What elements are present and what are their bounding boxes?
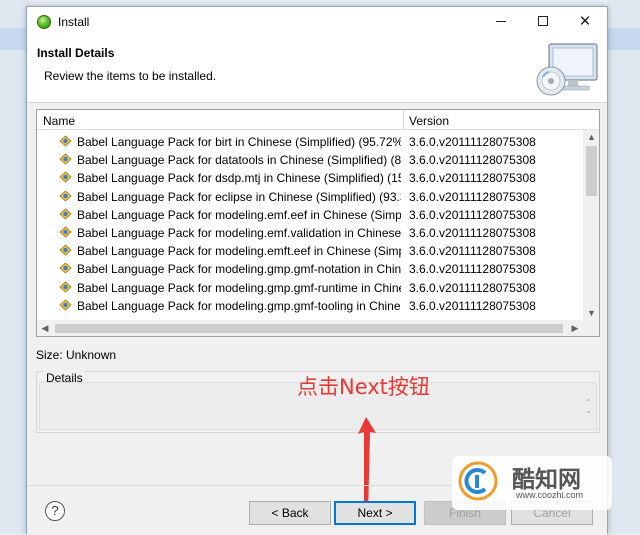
table-row[interactable]: Babel Language Pack for modeling.gmp.gmf… — [37, 296, 583, 314]
maximize-icon — [538, 16, 548, 26]
watermark-brand: 酷知网 — [512, 467, 581, 493]
row-version-cell: 3.6.0.v20111128075308 — [409, 317, 581, 318]
close-icon: ✕ — [578, 12, 592, 30]
horizontal-scrollbar[interactable]: ◀ ▶ — [37, 320, 583, 336]
next-button[interactable]: Next > — [334, 501, 416, 525]
maximize-button[interactable] — [525, 7, 561, 35]
row-name-cell: Babel Language Pack for birt in Chinese … — [77, 135, 401, 149]
feature-package-icon — [59, 262, 72, 274]
vertical-scroll-thumb[interactable] — [586, 146, 597, 196]
row-version-cell: 3.6.0.v20111128075308 — [409, 244, 536, 259]
row-version-cell: 3.6.0.v20111128075308 — [409, 225, 536, 240]
row-version-cell: 3.6.0.v20111128075308 — [409, 171, 536, 186]
row-name-cell: Babel Language Pack for modeling.emf.val… — [77, 225, 401, 240]
row-version-cell: 3.6.0.v20111128075308 — [409, 153, 536, 168]
table-row[interactable]: Babel Language Pack for datatools in Chi… — [37, 150, 583, 168]
table-row[interactable]: Babel Language Pack for eclipse in Chine… — [37, 187, 583, 205]
page-title: Install Details — [37, 46, 115, 60]
row-name-cell: Babel Language Pack for modeling.emft.ee… — [77, 244, 401, 259]
scroll-right-arrow-icon[interactable]: ▶ — [567, 320, 583, 336]
row-version-cell: 3.6.0.v20111128075308 — [409, 207, 536, 222]
details-scroll-spinner-icon: ⌃ ⌄ — [585, 398, 592, 415]
help-button[interactable]: ? — [45, 501, 65, 521]
feature-package-icon — [59, 244, 72, 256]
column-header-name[interactable]: Name — [43, 114, 75, 128]
feature-package-icon — [59, 317, 72, 318]
row-version-cell: 3.6.0.v20111128075308 — [409, 298, 536, 313]
table-row[interactable]: Babel Language Pack for modeling.emf.val… — [37, 223, 583, 241]
row-name-cell: Babel Language Pack for modeling.gmp.gmf… — [77, 262, 401, 277]
row-name-cell: Babel Language Pack for dsdp.mtj in Chin… — [77, 171, 401, 186]
scroll-up-arrow-icon[interactable]: ▲ — [583, 130, 599, 144]
scrollbar-corner — [583, 320, 599, 336]
row-version-cell: 3.6.0.v20111128075308 — [409, 189, 536, 204]
table-row[interactable]: Babel Language Pack for modeling.mdt.ocl… — [37, 314, 583, 318]
column-divider[interactable] — [403, 110, 404, 130]
row-name-cell: Babel Language Pack for modeling.gmp.gmf… — [77, 298, 401, 313]
annotation-text: 点击Next按钮 — [297, 375, 430, 399]
eclipse-app-icon — [37, 15, 51, 29]
page-description: Review the items to be installed. — [44, 69, 217, 83]
watermark: 酷知网 www.coozhi.com — [452, 456, 612, 510]
back-button[interactable]: < Back — [249, 501, 331, 525]
coozhi-logo-icon — [458, 461, 498, 501]
table-header: Name Version — [37, 110, 599, 130]
table-row[interactable]: Babel Language Pack for modeling.gmp.gmf… — [37, 259, 583, 277]
scroll-left-arrow-icon[interactable]: ◀ — [37, 320, 53, 336]
size-label: Size: Unknown — [36, 348, 117, 362]
row-name-cell: Babel Language Pack for modeling.emf.eef… — [77, 207, 401, 222]
feature-package-icon — [59, 208, 72, 220]
feature-package-icon — [59, 280, 72, 293]
watermark-url: www.coozhi.com — [516, 490, 584, 500]
feature-package-icon — [59, 226, 72, 238]
row-name-cell: Babel Language Pack for modeling.mdt.ocl… — [77, 317, 401, 318]
scroll-down-arrow-icon[interactable]: ▼ — [583, 306, 599, 320]
table-row[interactable]: Babel Language Pack for modeling.emf.eef… — [37, 205, 583, 223]
title-bar[interactable]: Install ✕ — [27, 7, 607, 37]
feature-package-icon — [59, 153, 72, 165]
feature-package-icon — [59, 171, 72, 183]
install-items-table[interactable]: Name Version Babel Language Pack for bir… — [36, 109, 600, 337]
horizontal-scroll-thumb[interactable] — [55, 324, 563, 333]
window-title: Install — [58, 15, 90, 29]
minimize-icon — [496, 20, 506, 22]
table-row[interactable]: Babel Language Pack for dsdp.mtj in Chin… — [37, 168, 583, 186]
row-version-cell: 3.6.0.v20111128075308 — [409, 262, 536, 277]
install-monitor-icon — [536, 43, 598, 96]
row-name-cell: Babel Language Pack for datatools in Chi… — [77, 153, 401, 168]
table-row[interactable]: Babel Language Pack for birt in Chinese … — [37, 132, 583, 150]
row-name-cell: Babel Language Pack for modeling.gmp.gmf… — [77, 280, 401, 295]
vertical-scrollbar[interactable]: ▲ ▼ — [583, 130, 599, 320]
feature-package-icon — [59, 135, 72, 147]
table-row[interactable]: Babel Language Pack for modeling.emft.ee… — [37, 241, 583, 259]
background-tab-band-right — [608, 28, 640, 50]
background-right — [608, 0, 640, 534]
table-row[interactable]: Babel Language Pack for modeling.gmp.gmf… — [37, 278, 583, 296]
row-version-cell: 3.6.0.v20111128075308 — [409, 135, 536, 149]
feature-package-icon — [59, 299, 72, 311]
close-button[interactable]: ✕ — [567, 7, 603, 35]
row-version-cell: 3.6.0.v20111128075308 — [409, 280, 536, 295]
row-name-cell: Babel Language Pack for eclipse in Chine… — [77, 189, 401, 204]
feature-package-icon — [59, 190, 72, 202]
table-body: Babel Language Pack for birt in Chinese … — [37, 132, 583, 318]
minimize-button[interactable] — [483, 7, 519, 35]
header-banner: Install Details Review the items to be i… — [27, 37, 607, 103]
column-header-version[interactable]: Version — [409, 114, 449, 128]
install-dialog: Install ✕ Install Details Review the ite… — [26, 6, 608, 535]
